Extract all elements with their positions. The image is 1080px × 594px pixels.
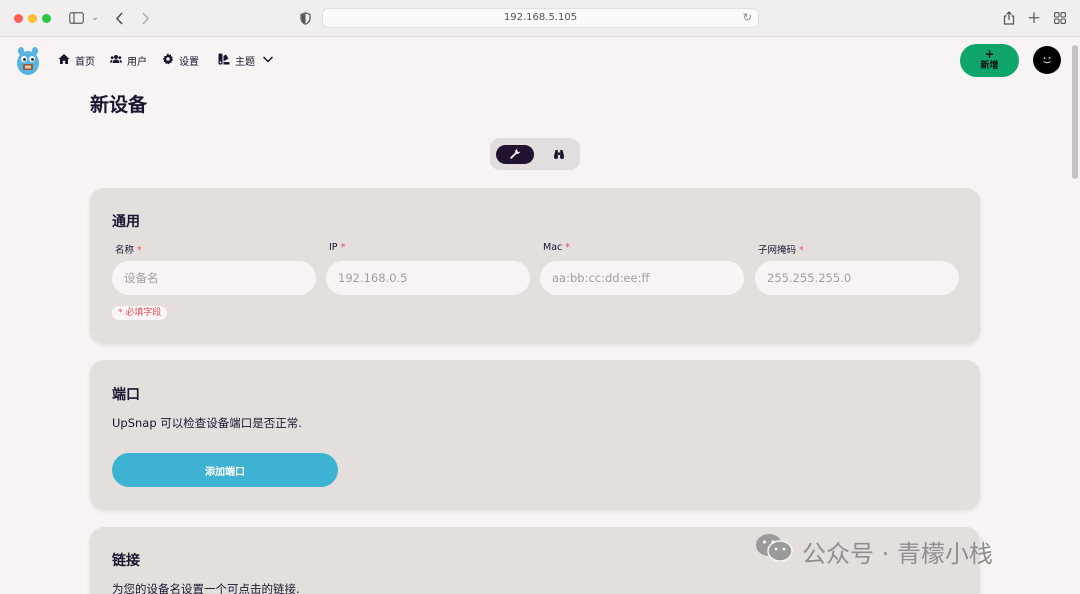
mac-input[interactable]	[540, 261, 744, 295]
add-port-button[interactable]: 添加端口	[112, 453, 338, 487]
general-title: 通用	[112, 214, 140, 230]
ports-title: 端口	[112, 387, 140, 403]
share-icon[interactable]	[1001, 9, 1017, 27]
view-toggle	[490, 138, 580, 170]
upsnap-logo[interactable]	[14, 46, 42, 76]
chevron-down-icon[interactable]: ⌄	[90, 9, 100, 27]
close-window-button[interactable]	[14, 14, 23, 23]
name-input[interactable]	[112, 261, 316, 295]
ip-label: IP *	[329, 242, 346, 253]
maximize-window-button[interactable]	[42, 14, 51, 23]
ports-description: UpSnap 可以检查设备端口是否正常.	[112, 416, 302, 430]
browser-toolbar: ⌄ 192.168.5.105 ↻ +	[0, 0, 1080, 37]
nav-users-label: 用户	[127, 57, 147, 68]
nav-settings[interactable]: 设置	[162, 53, 199, 68]
nav-users[interactable]: 用户	[110, 53, 147, 68]
nav-home[interactable]: 首页	[58, 53, 95, 68]
minimize-window-button[interactable]	[28, 14, 37, 23]
ip-input[interactable]	[326, 261, 530, 295]
url-text: 192.168.5.105	[503, 12, 578, 23]
name-label: 名称 *	[115, 245, 142, 256]
watermark: 公众号 · 青檬小栈	[754, 532, 993, 570]
netmask-input[interactable]	[755, 261, 959, 295]
manual-mode-tab[interactable]	[496, 145, 534, 164]
nav-settings-label: 设置	[179, 57, 199, 68]
nav-theme[interactable]: 主题	[218, 53, 274, 68]
forward-icon[interactable]	[138, 9, 152, 27]
network-scan-tab[interactable]	[540, 145, 578, 164]
nav-home-label: 首页	[75, 57, 95, 68]
sidebar-toggle-icon[interactable]	[68, 9, 84, 27]
ports-card: 端口 UpSnap 可以检查设备端口是否正常. 添加端口	[90, 360, 980, 509]
avatar[interactable]	[1033, 46, 1061, 74]
chevron-down-icon	[260, 53, 274, 68]
page-title: 新设备	[90, 94, 148, 116]
scrollbar-thumb[interactable]	[1072, 45, 1078, 179]
watermark-text: 公众号 · 青檬小栈	[802, 539, 993, 568]
palette-icon	[218, 53, 230, 68]
reload-icon[interactable]: ↻	[743, 11, 752, 24]
general-card: 通用 名称* IP* Mac* 子网掩码* * 必填字段	[90, 188, 980, 343]
app-navbar: 首页 用户 设置 主题 + 新增	[0, 38, 1070, 86]
gear-icon	[162, 53, 174, 68]
page-scrollbar[interactable]	[1070, 37, 1080, 594]
required-note-badge: * 必填字段	[112, 306, 168, 320]
wechat-icon	[754, 532, 794, 570]
tab-overview-icon[interactable]	[1052, 9, 1068, 27]
netmask-label: 子网掩码 *	[758, 245, 804, 256]
new-tab-icon[interactable]: +	[1026, 8, 1042, 28]
links-title: 链接	[112, 553, 140, 569]
users-icon	[110, 53, 122, 68]
binoculars-icon	[553, 145, 565, 164]
plus-icon: +	[984, 47, 995, 61]
address-bar[interactable]: 192.168.5.105 ↻	[322, 8, 759, 28]
back-icon[interactable]	[112, 9, 126, 27]
home-icon	[58, 53, 70, 68]
nav-theme-label: 主题	[235, 57, 255, 68]
add-device-button[interactable]: + 新增	[960, 44, 1019, 77]
privacy-shield-icon[interactable]	[298, 9, 312, 27]
mac-label: Mac *	[543, 242, 570, 253]
wrench-icon	[509, 145, 521, 164]
add-device-label: 新增	[980, 61, 999, 71]
links-description: 为您的设备名设置一个可点击的链接.	[112, 582, 300, 594]
